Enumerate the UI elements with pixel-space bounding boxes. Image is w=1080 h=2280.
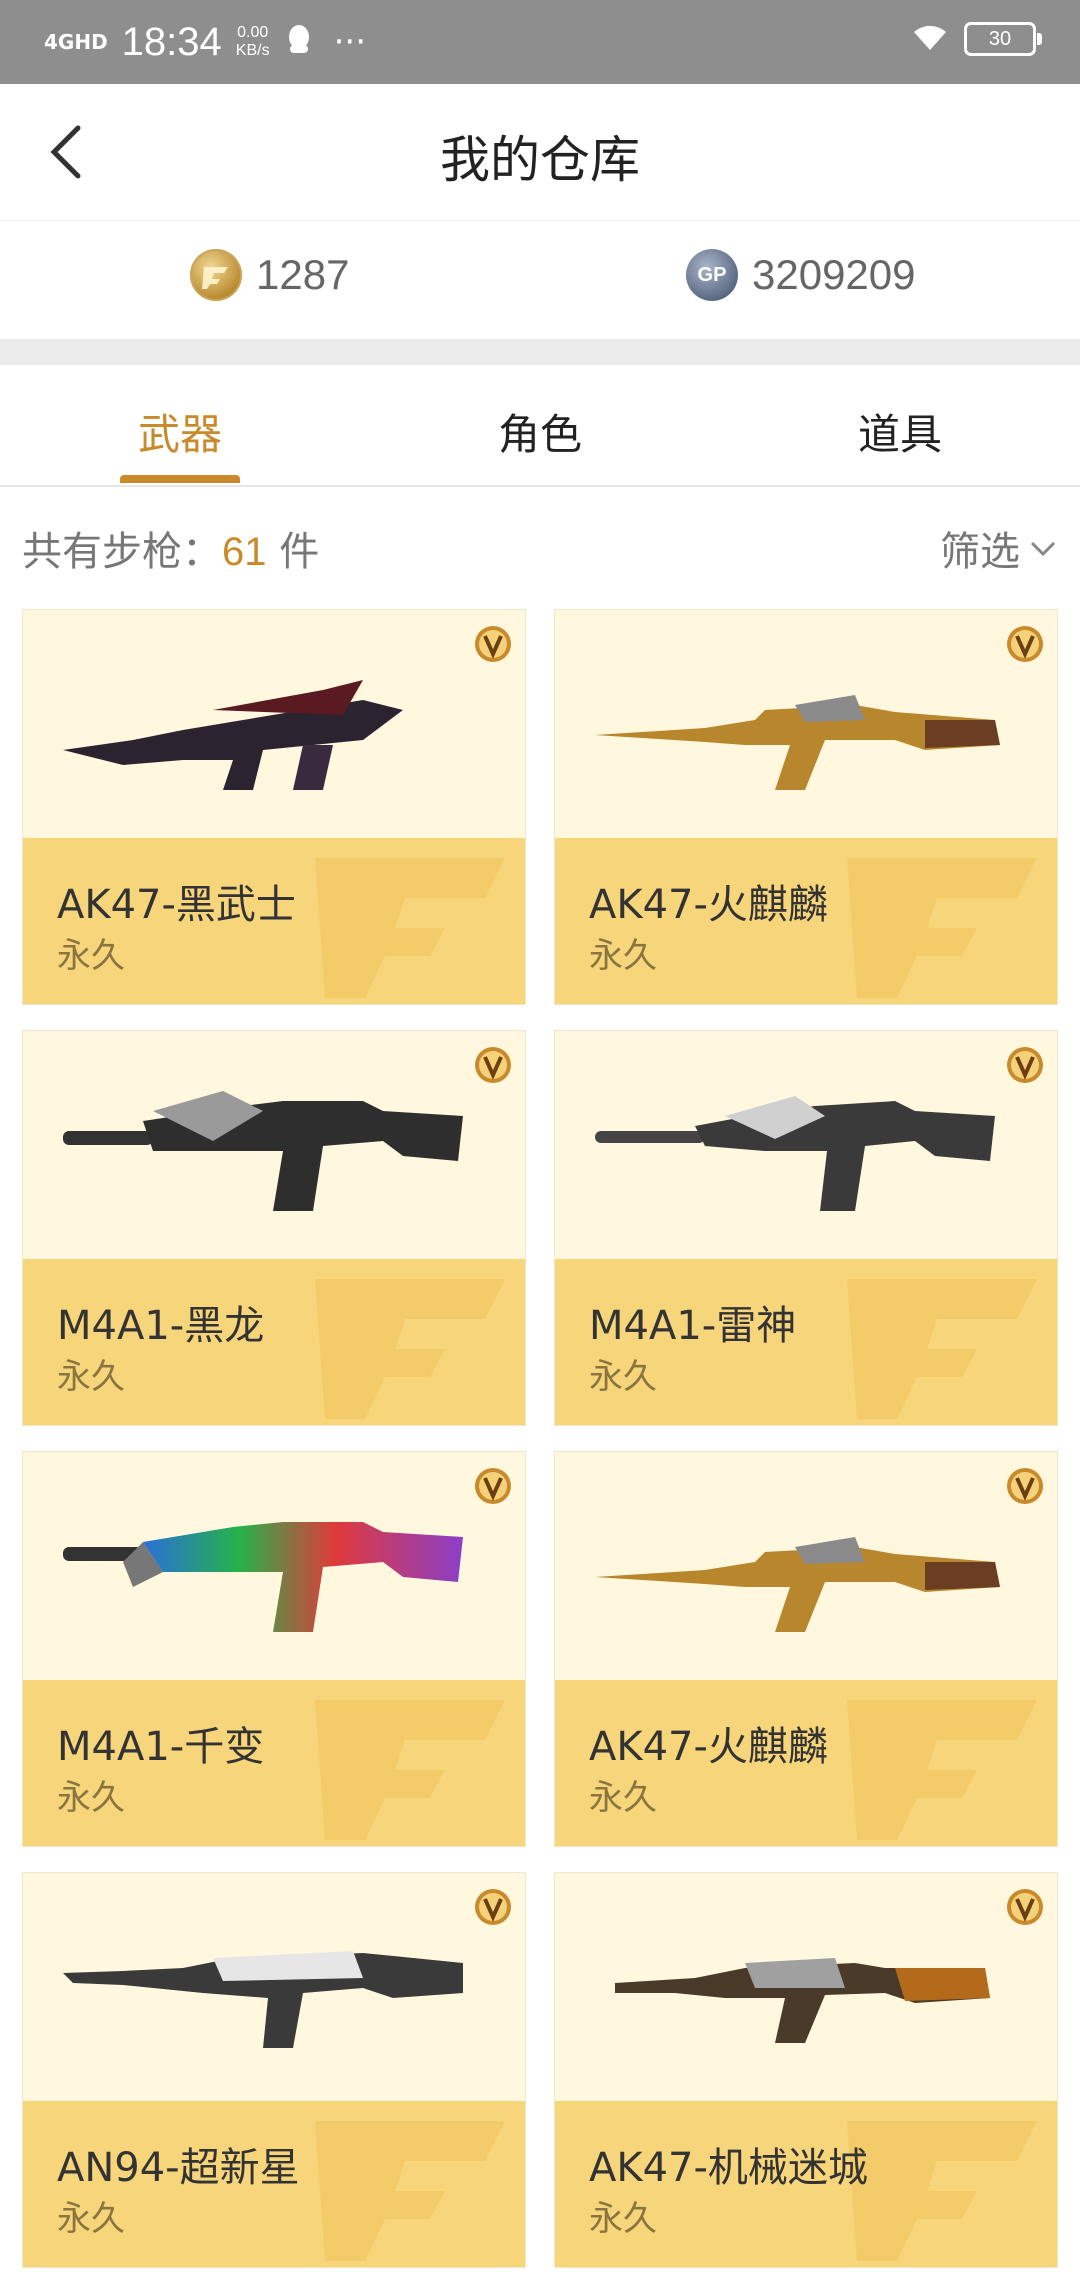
network-speed: 0.00 KB/s [236, 24, 270, 60]
active-tab-indicator [120, 475, 240, 483]
list-summary: 共有步枪：61 件 筛选 [0, 487, 1080, 599]
weapon-card[interactable]: AK47-黑武士 永久 [22, 609, 526, 1005]
battery-level: 30 [988, 27, 1012, 50]
tab-items[interactable]: 道具 [800, 401, 1000, 462]
weapon-name: AN94-超新星 [57, 2145, 300, 2191]
cf-logo-watermark [315, 2121, 505, 2261]
cf-logo-watermark [315, 858, 505, 998]
weapon-duration: 永久 [57, 1778, 125, 1818]
filter-button[interactable]: 筛选 [940, 519, 1058, 577]
wifi-icon [910, 22, 950, 56]
status-left: 4GHD 18:34 0.00 KB/s ··· [44, 18, 366, 66]
app-header: 我的仓库 [0, 84, 1080, 221]
status-bar: 4GHD 18:34 0.00 KB/s ··· 30 [0, 0, 1080, 84]
weapon-card[interactable]: M4A1-黑龙 永久 [22, 1030, 526, 1426]
gp-coin-label: GP [697, 263, 727, 286]
cf-points: 1287 [190, 249, 349, 301]
weapon-duration: 永久 [57, 936, 125, 976]
weapon-duration: 永久 [57, 1357, 125, 1397]
filter-label: 筛选 [940, 529, 1020, 575]
item-count-number: 61 [222, 530, 267, 574]
weapon-name: M4A1-雷神 [589, 1303, 797, 1349]
rifle-ak47-gold-icon [595, 1537, 1000, 1632]
item-count-prefix: 共有步枪： [22, 529, 222, 575]
item-count: 共有步枪：61 件 [22, 519, 319, 577]
rifle-m4a1-silver-icon [595, 1096, 995, 1211]
weapon-duration: 永久 [589, 2199, 657, 2239]
speed-value: 0.00 [237, 24, 269, 41]
tab-characters[interactable]: 角色 [440, 401, 640, 462]
rifle-m4a1-dragon-icon [63, 1091, 463, 1211]
cf-coin-icon [190, 249, 242, 301]
weapon-duration: 永久 [57, 2199, 125, 2239]
weapon-card[interactable]: AK47-火麒麟 永久 [554, 609, 1058, 1005]
gp-points-value: 3209209 [752, 251, 916, 298]
page-title: 我的仓库 [440, 131, 640, 189]
rifle-m4a1-rainbow-icon [63, 1522, 463, 1632]
cf-points-value: 1287 [256, 251, 350, 298]
weapon-card[interactable]: M4A1-千变 永久 [22, 1451, 526, 1847]
gp-coin-icon: GP [686, 249, 738, 301]
weapon-duration: 永久 [589, 936, 657, 976]
cf-logo-watermark [847, 1700, 1037, 1840]
weapon-name: AK47-机械迷城 [589, 2145, 868, 2191]
weapon-duration: 永久 [589, 1778, 657, 1818]
gp-points: GP 3209209 [686, 249, 916, 301]
rifle-ak47-mech-icon [615, 1958, 990, 2043]
weapon-name: M4A1-千变 [57, 1724, 265, 1770]
speed-unit: KB/s [235, 42, 270, 59]
weapon-card[interactable]: M4A1-雷神 永久 [554, 1030, 1058, 1426]
rifle-ak47-gold-icon [595, 695, 1000, 790]
weapon-name: AK47-黑武士 [57, 882, 296, 928]
more-notifications-icon: ··· [333, 22, 367, 62]
weapon-name: M4A1-黑龙 [57, 1303, 265, 1349]
rifle-an94-white-icon [63, 1951, 463, 2048]
rifle-ak47-black-icon [63, 680, 403, 790]
currency-bar: 1287 GP 3209209 [0, 221, 1080, 339]
status-right: 30 [910, 22, 1042, 56]
cf-logo-watermark [847, 1279, 1037, 1419]
category-tabs: 武器 角色 道具 [0, 365, 1080, 487]
section-divider [0, 339, 1080, 365]
weapon-card[interactable]: AK47-机械迷城 永久 [554, 1872, 1058, 2268]
weapon-card[interactable]: AN94-超新星 永久 [22, 1872, 526, 2268]
cf-logo-watermark [847, 858, 1037, 998]
chevron-down-icon [1030, 541, 1056, 557]
clock: 18:34 [121, 19, 222, 64]
qq-icon [284, 23, 314, 61]
item-count-suffix: 件 [266, 529, 320, 575]
weapon-card[interactable]: AK47-火麒麟 永久 [554, 1451, 1058, 1847]
cf-logo-watermark [315, 1700, 505, 1840]
network-indicator: 4GHD [44, 30, 108, 54]
weapon-name: AK47-火麒麟 [589, 1724, 828, 1770]
weapon-name: AK47-火麒麟 [589, 882, 828, 928]
tab-weapons[interactable]: 武器 [80, 401, 280, 462]
battery-icon: 30 [964, 22, 1042, 56]
cf-logo-watermark [315, 1279, 505, 1419]
weapon-duration: 永久 [589, 1357, 657, 1397]
